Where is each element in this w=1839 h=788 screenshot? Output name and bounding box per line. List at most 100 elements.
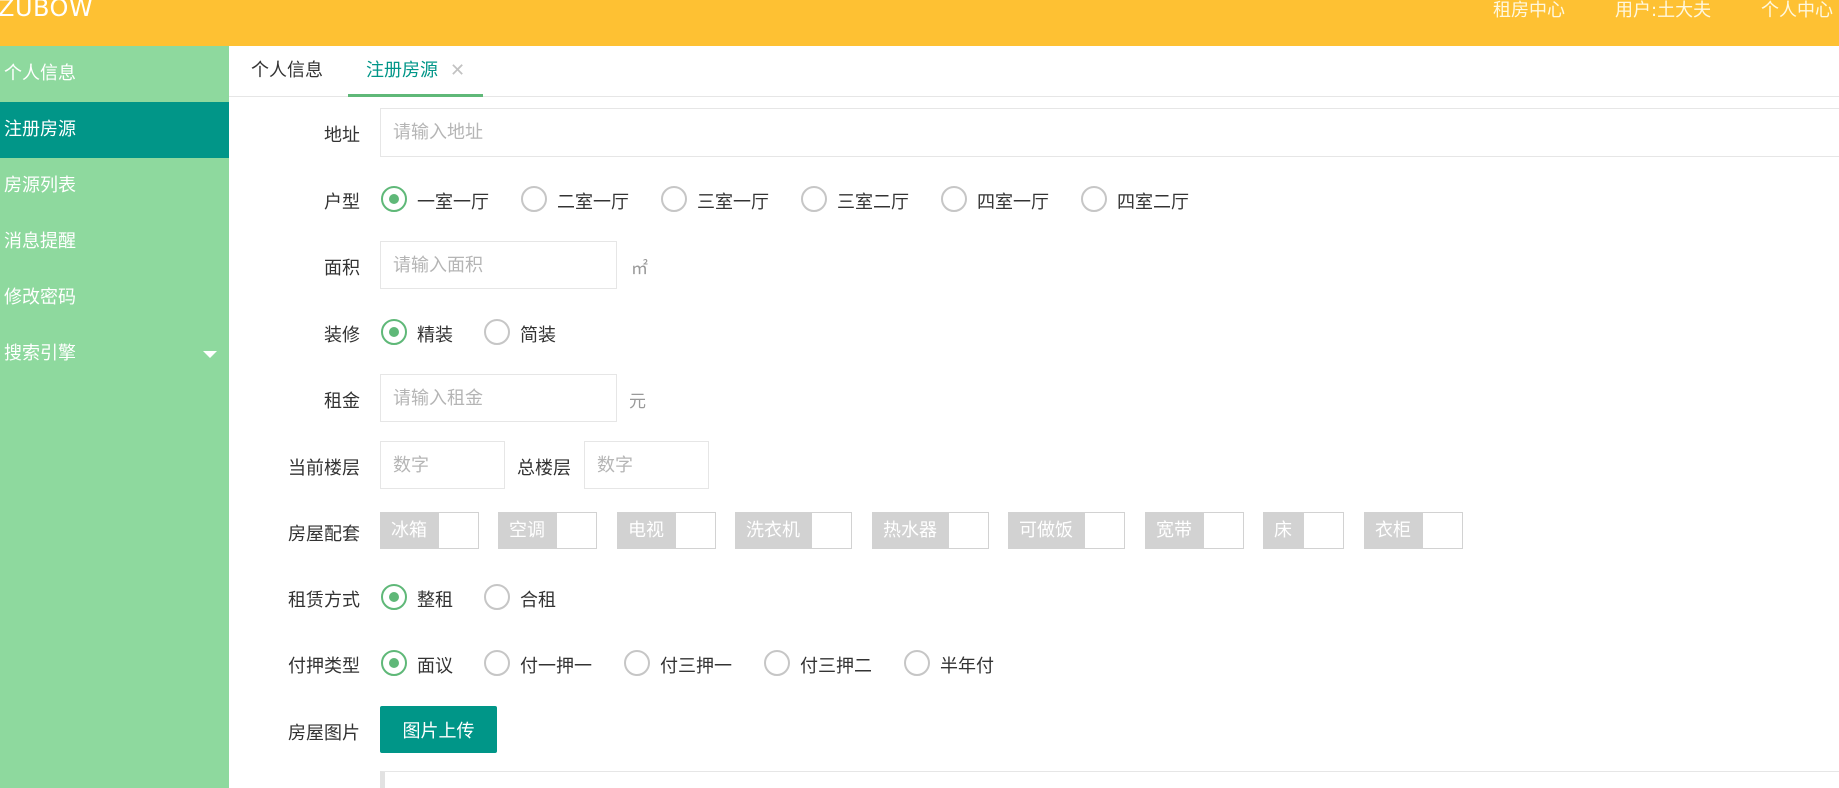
radio-label: 四室一厅 <box>977 192 1049 213</box>
facility-checkbox-bed[interactable]: 床 <box>1263 512 1344 549</box>
checkbox-box <box>1304 512 1344 549</box>
radio-unchecked-icon <box>484 584 510 610</box>
checkbox-box <box>1423 512 1463 549</box>
lease-radio-group: 整租 合租 <box>381 582 681 612</box>
radio-checked-icon <box>381 186 407 212</box>
sidebar-item-personal-info[interactable]: 个人信息 <box>0 46 229 102</box>
lease-type-label: 租赁方式 <box>288 590 360 611</box>
address-input[interactable] <box>380 108 1839 157</box>
radio-unchecked-icon <box>661 186 687 212</box>
facility-checkbox-cooking[interactable]: 可做饭 <box>1008 512 1125 549</box>
radio-label: 三室一厅 <box>697 192 769 213</box>
radio-unchecked-icon <box>764 650 790 676</box>
radio-label: 付三押二 <box>800 656 872 677</box>
decoration-label: 装修 <box>324 325 360 346</box>
radio-unchecked-icon <box>904 650 930 676</box>
rent-unit: 元 <box>629 392 646 412</box>
current-floor-label: 当前楼层 <box>288 458 360 479</box>
checkbox-box <box>949 512 989 549</box>
checkbox-label: 可做饭 <box>1008 512 1085 549</box>
sidebar-item-register-house[interactable]: 注册房源 <box>0 102 229 158</box>
payment-type-label: 付押类型 <box>288 656 360 677</box>
area-unit: ㎡ <box>631 259 648 279</box>
radio-label: 简装 <box>520 325 556 346</box>
radio-checked-icon <box>381 584 407 610</box>
checkbox-label: 空调 <box>498 512 557 549</box>
facility-checkbox-water-heater[interactable]: 热水器 <box>872 512 989 549</box>
address-label: 地址 <box>324 125 360 146</box>
radio-checked-icon <box>381 319 407 345</box>
nav-user-name[interactable]: 用户:土大夫 <box>1615 0 1711 22</box>
checkbox-label: 衣柜 <box>1364 512 1423 549</box>
decoration-radio-group: 精装 简装 <box>381 317 681 347</box>
radio-unchecked-icon <box>941 186 967 212</box>
facility-checkbox-washer[interactable]: 洗衣机 <box>735 512 852 549</box>
nav-personal-center[interactable]: 个人中心 <box>1761 0 1833 22</box>
sidebar-item-messages[interactable]: 消息提醒 <box>0 214 229 270</box>
checkbox-box <box>439 512 479 549</box>
radio-unchecked-icon <box>484 650 510 676</box>
facility-checkbox-tv[interactable]: 电视 <box>617 512 716 549</box>
facility-checkbox-fridge[interactable]: 冰箱 <box>380 512 479 549</box>
sidebar-item-change-password[interactable]: 修改密码 <box>0 270 229 326</box>
radio-unchecked-icon <box>801 186 827 212</box>
sidebar: 个人信息 注册房源 房源列表 消息提醒 修改密码 搜索引擎 <box>0 46 229 788</box>
radio-label: 四室二厅 <box>1117 192 1189 213</box>
checkbox-box <box>557 512 597 549</box>
checkbox-box <box>812 512 852 549</box>
checkbox-label: 洗衣机 <box>735 512 812 549</box>
checkbox-box <box>1085 512 1125 549</box>
top-header: ZUBOW 租房中心 用户:土大夫 个人中心 <box>0 0 1839 46</box>
total-floor-input[interactable] <box>584 441 709 489</box>
checkbox-label: 床 <box>1263 512 1304 549</box>
current-floor-input[interactable] <box>380 441 505 489</box>
checkbox-label: 冰箱 <box>380 512 439 549</box>
radio-unchecked-icon <box>1081 186 1107 212</box>
facility-checkbox-wardrobe[interactable]: 衣柜 <box>1364 512 1463 549</box>
area-input[interactable] <box>380 241 617 289</box>
checkbox-box <box>676 512 716 549</box>
radio-label: 三室二厅 <box>837 192 909 213</box>
sidebar-item-search-engine[interactable]: 搜索引擎 <box>0 326 229 382</box>
radio-label: 付一押一 <box>520 656 592 677</box>
upload-image-button[interactable]: 图片上传 <box>380 706 497 753</box>
sidebar-item-label: 搜索引擎 <box>4 343 76 364</box>
radio-unchecked-icon <box>521 186 547 212</box>
tab-bar: 个人信息 注册房源 ✕ <box>229 46 1839 97</box>
tab-personal-info[interactable]: 个人信息 <box>251 46 323 97</box>
app-logo[interactable]: ZUBOW <box>0 0 93 22</box>
payment-radio-group: 面议 付一押一 付三押一 付三押二 半年付 <box>381 648 1061 678</box>
radio-checked-icon <box>381 650 407 676</box>
rent-input[interactable] <box>380 374 617 422</box>
radio-label: 半年付 <box>940 656 994 677</box>
close-icon[interactable]: ✕ <box>450 46 465 96</box>
facility-checkbox-broadband[interactable]: 宽带 <box>1145 512 1244 549</box>
radio-label: 合租 <box>520 590 556 611</box>
facility-checkbox-aircon[interactable]: 空调 <box>498 512 597 549</box>
radio-label: 一室一厅 <box>417 192 489 213</box>
layout-label: 户型 <box>324 192 360 213</box>
checkbox-box <box>1204 512 1244 549</box>
radio-label: 面议 <box>417 656 453 677</box>
radio-label: 付三押一 <box>660 656 732 677</box>
checkbox-label: 热水器 <box>872 512 949 549</box>
nav-rental-center[interactable]: 租房中心 <box>1493 0 1565 22</box>
tab-label: 个人信息 <box>251 60 323 81</box>
radio-unchecked-icon <box>624 650 650 676</box>
caret-down-icon <box>203 351 217 358</box>
image-preview-area <box>380 771 1839 788</box>
layout-radio-group: 一室一厅 二室一厅 三室一厅 三室二厅 四室一厅 四室二厅 <box>381 184 1201 214</box>
checkbox-label: 电视 <box>617 512 676 549</box>
total-floor-label: 总楼层 <box>517 458 571 479</box>
sidebar-item-house-list[interactable]: 房源列表 <box>0 158 229 214</box>
area-label: 面积 <box>324 258 360 279</box>
rent-label: 租金 <box>324 391 360 412</box>
radio-unchecked-icon <box>484 319 510 345</box>
tab-register-house[interactable]: 注册房源 ✕ <box>348 46 484 97</box>
tab-label: 注册房源 <box>366 60 438 81</box>
facilities-label: 房屋配套 <box>288 524 360 545</box>
checkbox-label: 宽带 <box>1145 512 1204 549</box>
radio-label: 二室一厅 <box>557 192 629 213</box>
house-images-label: 房屋图片 <box>288 723 360 744</box>
radio-label: 精装 <box>417 325 453 346</box>
